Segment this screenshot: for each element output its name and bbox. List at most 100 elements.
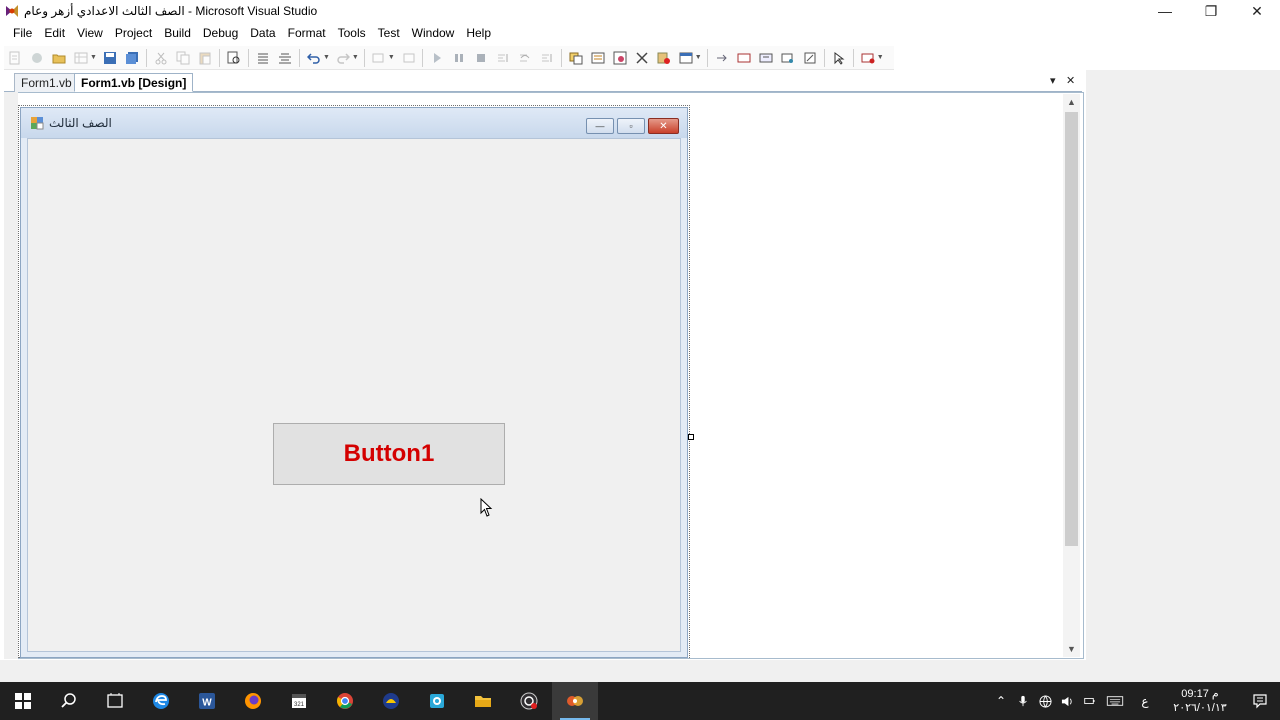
chevron-down-icon[interactable]: ▼ <box>695 54 702 61</box>
save-all-icon <box>125 51 138 64</box>
output-window-button[interactable] <box>676 48 696 68</box>
pointer-button[interactable] <box>829 48 849 68</box>
extra-tools-icon <box>861 53 875 63</box>
tab-form1-design[interactable]: Form1.vb [Design] <box>74 73 194 92</box>
menu-edit[interactable]: Edit <box>38 22 71 44</box>
add-new-item-button[interactable] <box>71 48 91 68</box>
volume-icon[interactable] <box>1056 682 1078 720</box>
layout-button-3[interactable] <box>778 48 798 68</box>
menu-tools[interactable]: Tools <box>332 22 372 44</box>
add-item-button[interactable] <box>27 48 47 68</box>
start-debugging-button[interactable] <box>427 48 447 68</box>
chrome-app[interactable] <box>322 682 368 720</box>
tab-form1-code[interactable]: Form1.vb <box>14 73 79 92</box>
arrow-right-button[interactable] <box>712 48 732 68</box>
copy-button[interactable] <box>173 48 193 68</box>
save-button[interactable] <box>100 48 120 68</box>
layout-button-2[interactable] <box>756 48 776 68</box>
navigate-forward-button[interactable] <box>398 48 418 68</box>
error-list-button[interactable] <box>654 48 674 68</box>
visual-studio-app[interactable] <box>552 682 598 720</box>
step-into-button[interactable] <box>493 48 513 68</box>
undo-button[interactable] <box>304 48 324 68</box>
tab-dropdown-icon[interactable]: ▾ <box>1050 72 1056 90</box>
menu-help[interactable]: Help <box>460 22 497 44</box>
task-view-button[interactable] <box>92 682 138 720</box>
form-close-button[interactable]: ✕ <box>648 118 679 134</box>
network-icon[interactable] <box>1034 682 1056 720</box>
minimize-button[interactable]: — <box>1142 0 1188 22</box>
close-button[interactable]: ✕ <box>1234 0 1280 22</box>
menu-build[interactable]: Build <box>158 22 197 44</box>
new-project-button[interactable] <box>5 48 25 68</box>
scroll-down-icon[interactable]: ▼ <box>1063 641 1080 657</box>
menu-window[interactable]: Window <box>406 22 461 44</box>
extra-tools-button[interactable] <box>858 48 878 68</box>
properties-button[interactable] <box>588 48 608 68</box>
step-out-button[interactable] <box>537 48 557 68</box>
redo-button[interactable] <box>333 48 353 68</box>
vertical-scrollbar[interactable]: ▲ ▼ <box>1063 94 1080 657</box>
toolbox-icon <box>636 51 648 64</box>
find-button[interactable] <box>224 48 244 68</box>
menu-test[interactable]: Test <box>372 22 406 44</box>
designed-form[interactable]: الصف الثالث — ▫ ✕ Button1 <box>20 107 688 658</box>
navigate-back-button[interactable] <box>369 48 389 68</box>
restore-button[interactable]: ❐ <box>1188 0 1234 22</box>
folder-icon <box>52 54 66 63</box>
properties-icon <box>591 52 605 63</box>
step-over-button[interactable] <box>515 48 535 68</box>
chevron-down-icon[interactable]: ▼ <box>90 54 97 61</box>
cut-button[interactable] <box>151 48 171 68</box>
stop-debugging-button[interactable] <box>471 48 491 68</box>
menu-view[interactable]: View <box>71 22 109 44</box>
menu-file[interactable]: File <box>7 22 38 44</box>
chevron-down-icon[interactable]: ▼ <box>352 54 359 61</box>
menu-format[interactable]: Format <box>282 22 332 44</box>
menu-project[interactable]: Project <box>109 22 158 44</box>
clock[interactable]: 09:17 م ٢٠٢٦/٠١/١٣ <box>1160 687 1240 715</box>
tab-close-icon[interactable]: ✕ <box>1066 72 1075 90</box>
edge-app[interactable] <box>138 682 184 720</box>
firefox-app[interactable] <box>230 682 276 720</box>
toolbox-button[interactable] <box>632 48 652 68</box>
open-file-button[interactable] <box>49 48 69 68</box>
vlc-style-app[interactable] <box>368 682 414 720</box>
save-all-button[interactable] <box>122 48 142 68</box>
scroll-up-icon[interactable]: ▲ <box>1063 94 1080 110</box>
form-minimize-button[interactable]: — <box>586 118 614 134</box>
layout-button[interactable] <box>734 48 754 68</box>
form-maximize-button[interactable]: ▫ <box>617 118 645 134</box>
align-button[interactable] <box>253 48 273 68</box>
center-button[interactable] <box>275 48 295 68</box>
input-language[interactable]: ع <box>1130 682 1160 720</box>
break-all-button[interactable] <box>449 48 469 68</box>
start-button[interactable] <box>0 682 46 720</box>
scroll-thumb[interactable] <box>1065 112 1078 546</box>
form-client-area[interactable]: Button1 <box>27 138 681 652</box>
menu-data[interactable]: Data <box>244 22 281 44</box>
solution-explorer-button[interactable] <box>566 48 586 68</box>
chevron-down-icon[interactable]: ▼ <box>323 54 330 61</box>
word-app[interactable]: W <box>184 682 230 720</box>
layout-button-4[interactable] <box>800 48 820 68</box>
toolbar-separator <box>298 48 300 67</box>
menu-debug[interactable]: Debug <box>197 22 244 44</box>
mouse-cursor-icon <box>480 498 493 517</box>
action-center-button[interactable] <box>1240 682 1280 720</box>
calendar-app[interactable]: 321 <box>276 682 322 720</box>
search-button[interactable] <box>46 682 92 720</box>
chevron-down-icon[interactable]: ▼ <box>388 54 395 61</box>
show-hidden-icons-icon[interactable]: ⌃ <box>990 682 1012 720</box>
microphone-icon[interactable] <box>1012 682 1034 720</box>
keyboard-icon[interactable] <box>1100 682 1130 720</box>
file-explorer-app[interactable] <box>460 682 506 720</box>
form-resize-handle[interactable] <box>688 434 694 440</box>
paste-button[interactable] <box>195 48 215 68</box>
camera-app[interactable] <box>414 682 460 720</box>
battery-icon[interactable] <box>1078 682 1100 720</box>
obs-app[interactable] <box>506 682 552 720</box>
chevron-down-icon[interactable]: ▼ <box>877 54 884 61</box>
button1[interactable]: Button1 <box>273 423 505 485</box>
object-browser-button[interactable] <box>610 48 630 68</box>
